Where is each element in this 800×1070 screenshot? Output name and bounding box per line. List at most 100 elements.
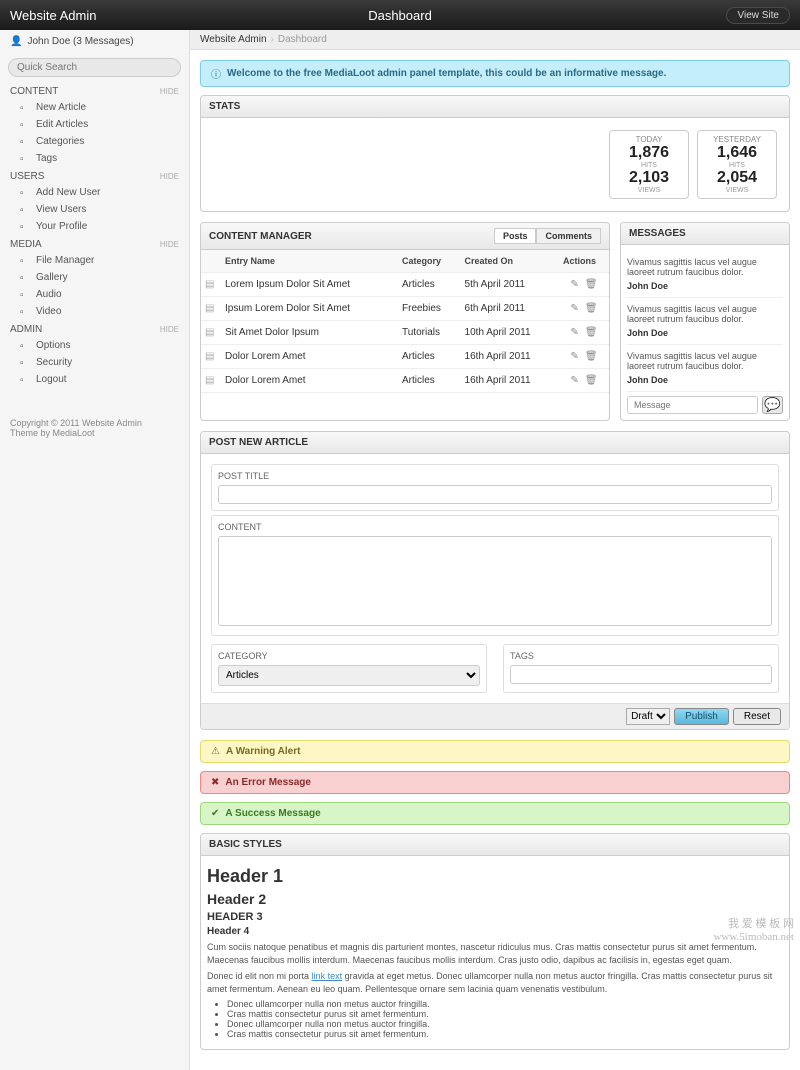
cm-title: CONTENT MANAGER [209, 231, 312, 242]
post-content-input[interactable] [218, 536, 772, 626]
page-title: Dashboard [368, 8, 432, 23]
nav-item[interactable]: ▫New Article [0, 99, 189, 116]
table-row: ▤Ipsum Lorem Dolor Sit AmetFreebies6th A… [201, 297, 609, 321]
view-site-button[interactable]: View Site [726, 7, 790, 24]
styles-panel: BASIC STYLES Header 1 Header 2 HEADER 3 … [200, 833, 790, 1050]
sample-p2: Donec id elit non mi porta link text gra… [207, 970, 783, 995]
theme-credit: Theme by MediaLoot [10, 428, 179, 438]
sample-h3: HEADER 3 [207, 911, 783, 923]
copyright: Copyright © 2011 Website Admin [10, 418, 179, 428]
table-row: ▤Lorem Ipsum Dolor Sit AmetArticles5th A… [201, 273, 609, 297]
nav-item[interactable]: ▫Options [0, 337, 189, 354]
doc-icon: ▤ [205, 279, 214, 290]
user-icon: 👤 [10, 36, 22, 47]
nav-item[interactable]: ▫Logout [0, 371, 189, 388]
nav-item[interactable]: ▫Your Profile [0, 218, 189, 235]
nav-item-icon: ▫ [20, 137, 30, 147]
user-label: John Doe (3 Messages) [27, 36, 133, 47]
stats-title: STATS [209, 101, 240, 112]
sample-p1: Cum sociis natoque penatibus et magnis d… [207, 941, 783, 966]
nav-item[interactable]: ▫Edit Articles [0, 116, 189, 133]
nav-item[interactable]: ▫Categories [0, 133, 189, 150]
send-button[interactable]: 💬 [762, 396, 783, 414]
nav-item-icon: ▫ [20, 222, 30, 232]
message-input[interactable] [627, 396, 758, 414]
warning-icon: ⚠ [211, 746, 220, 757]
app-title: Website Admin [10, 8, 96, 23]
reset-button[interactable]: Reset [733, 708, 781, 725]
nav-item-icon: ▫ [20, 375, 30, 385]
post-content-label: CONTENT [218, 522, 772, 536]
edit-icon[interactable]: ✎ [570, 327, 578, 338]
nav-section-title: USERS [10, 171, 44, 182]
delete-icon[interactable]: 🗑 [585, 375, 598, 386]
message-item: Vivamus sagittis lacus vel augue laoreet… [627, 345, 783, 392]
doc-icon: ▤ [205, 375, 214, 386]
nav-hide[interactable]: HIDE [160, 87, 179, 96]
nav-item[interactable]: ▫View Users [0, 201, 189, 218]
user-info[interactable]: 👤 John Doe (3 Messages) [0, 30, 189, 53]
draft-select[interactable]: Draft [626, 708, 670, 725]
delete-icon[interactable]: 🗑 [585, 327, 598, 338]
messages-title: MESSAGES [629, 228, 686, 239]
post-category-select[interactable]: Articles [218, 665, 480, 686]
nav-item[interactable]: ▫Gallery [0, 269, 189, 286]
nav-section-title: MEDIA [10, 239, 42, 250]
doc-icon: ▤ [205, 303, 214, 314]
list-item: Donec ullamcorper nulla non metus auctor… [227, 1019, 783, 1029]
breadcrumb-root[interactable]: Website Admin [200, 34, 267, 45]
nav-item-icon: ▫ [20, 290, 30, 300]
tab-posts[interactable]: Posts [494, 228, 537, 244]
stat-box: TODAY1,876HITS2,103VIEWS [609, 130, 689, 199]
delete-icon[interactable]: 🗑 [585, 303, 598, 314]
nav-item-icon: ▫ [20, 256, 30, 266]
table-row: ▤Dolor Lorem AmetArticles16th April 2011… [201, 345, 609, 369]
nav-item-icon: ▫ [20, 358, 30, 368]
nav-item-icon: ▫ [20, 273, 30, 283]
post-panel: POST NEW ARTICLE POST TITLE CONTENT CATE… [200, 431, 790, 730]
stat-box: YESTERDAY1,646HITS2,054VIEWS [697, 130, 777, 199]
nav-item[interactable]: ▫Tags [0, 150, 189, 167]
info-icon: ⓘ [211, 66, 221, 81]
sample-list: Donec ullamcorper nulla non metus auctor… [227, 999, 783, 1039]
success-alert: ✔ A Success Message [200, 802, 790, 825]
post-title-input[interactable] [218, 485, 772, 504]
edit-icon[interactable]: ✎ [570, 351, 578, 362]
delete-icon[interactable]: 🗑 [585, 279, 598, 290]
message-item: Vivamus sagittis lacus vel augue laoreet… [627, 251, 783, 298]
table-row: ▤Dolor Lorem AmetArticles16th April 2011… [201, 369, 609, 393]
nav-hide[interactable]: HIDE [160, 240, 179, 249]
edit-icon[interactable]: ✎ [570, 375, 578, 386]
content-table: Entry NameCategoryCreated OnActions▤Lore… [201, 250, 609, 393]
nav-item[interactable]: ▫Audio [0, 286, 189, 303]
nav-item[interactable]: ▫Video [0, 303, 189, 320]
nav-item[interactable]: ▫File Manager [0, 252, 189, 269]
nav-section-title: ADMIN [10, 324, 42, 335]
tab-comments[interactable]: Comments [536, 228, 601, 244]
search-input[interactable] [8, 58, 181, 77]
post-tags-input[interactable] [510, 665, 772, 684]
list-item: Cras mattis consectetur purus sit amet f… [227, 1009, 783, 1019]
publish-button[interactable]: Publish [674, 708, 729, 725]
messages-panel: MESSAGES Vivamus sagittis lacus vel augu… [620, 222, 790, 421]
warning-alert: ⚠ A Warning Alert [200, 740, 790, 763]
error-icon: ✖ [211, 777, 219, 788]
edit-icon[interactable]: ✎ [570, 303, 578, 314]
stats-panel: STATS TODAY1,876HITS2,103VIEWSYESTERDAY1… [200, 95, 790, 212]
post-tags-label: TAGS [510, 651, 772, 665]
post-title-label: POST TITLE [218, 471, 772, 485]
success-icon: ✔ [211, 808, 219, 819]
nav-item[interactable]: ▫Security [0, 354, 189, 371]
nav-item[interactable]: ▫Add New User [0, 184, 189, 201]
nav-item-icon: ▫ [20, 120, 30, 130]
post-category-label: CATEGORY [218, 651, 480, 665]
edit-icon[interactable]: ✎ [570, 279, 578, 290]
content-manager-panel: CONTENT MANAGER Posts Comments Entry Nam… [200, 222, 610, 421]
nav-item-icon: ▫ [20, 205, 30, 215]
doc-icon: ▤ [205, 351, 214, 362]
sample-link[interactable]: link text [312, 971, 343, 981]
delete-icon[interactable]: 🗑 [585, 351, 598, 362]
nav-hide[interactable]: HIDE [160, 325, 179, 334]
nav-hide[interactable]: HIDE [160, 172, 179, 181]
nav-item-icon: ▫ [20, 188, 30, 198]
